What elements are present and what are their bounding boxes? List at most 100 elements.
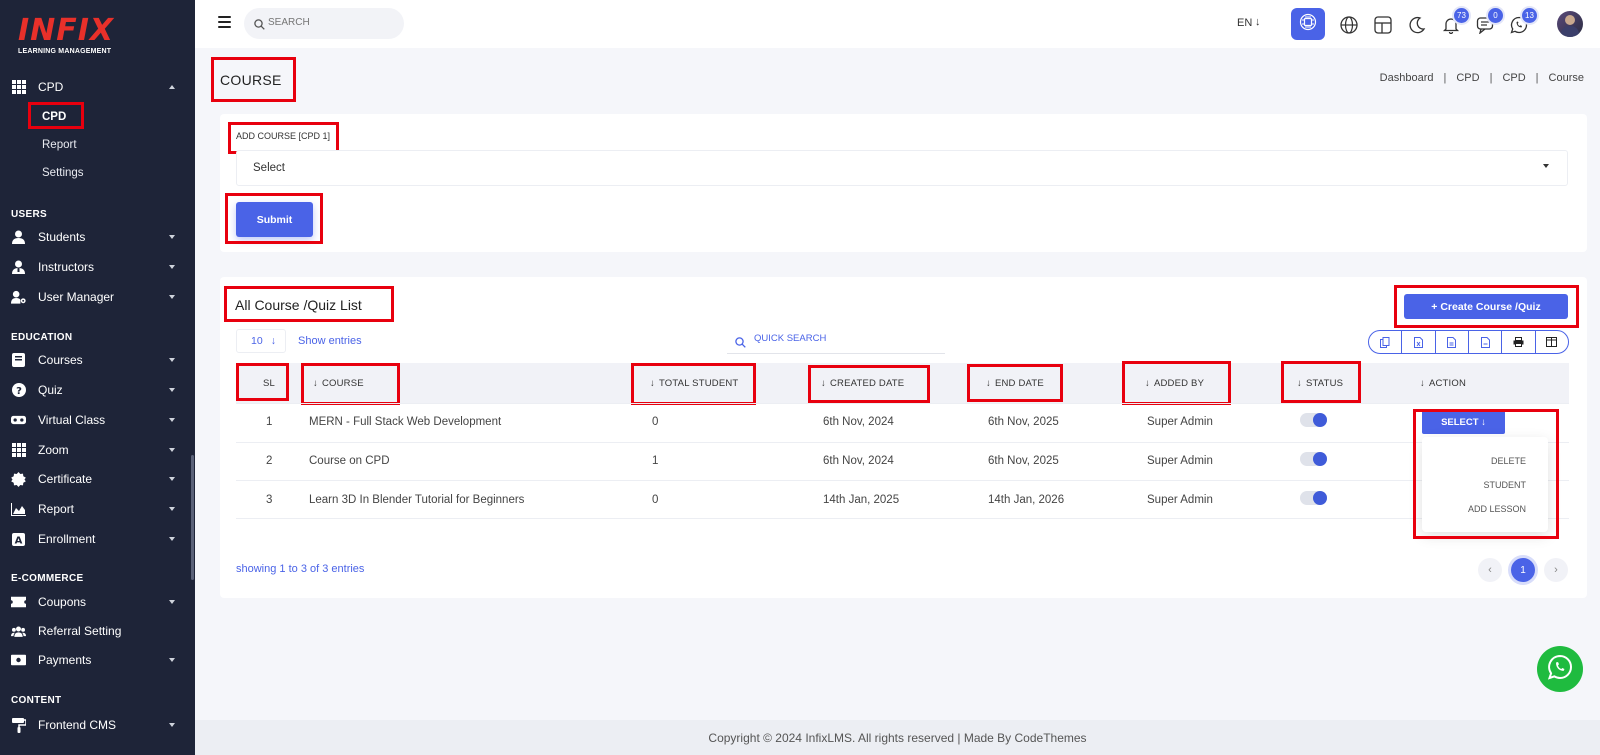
column-header-label: CREATED DATE bbox=[829, 378, 905, 389]
action-select-button[interactable]: SELECT ↓ bbox=[1422, 410, 1505, 434]
csv-icon[interactable] bbox=[1436, 331, 1469, 353]
sidebar-item-frontend-cms[interactable]: Frontend CMS bbox=[0, 710, 195, 740]
search-input[interactable] bbox=[268, 17, 388, 28]
column-header-status[interactable]: ↓ STATUS bbox=[1297, 378, 1343, 389]
sidebar-scrollbar[interactable] bbox=[191, 455, 194, 580]
cell-end-date: 14th Jan, 2026 bbox=[988, 494, 1065, 506]
user-gear-icon bbox=[11, 290, 26, 305]
sidebar-sub-settings[interactable]: Settings bbox=[42, 167, 84, 179]
ai-chip-button[interactable] bbox=[1291, 8, 1325, 40]
status-toggle[interactable] bbox=[1300, 452, 1327, 466]
whatsapp-chat-button[interactable] bbox=[1537, 646, 1583, 692]
status-toggle[interactable] bbox=[1300, 413, 1327, 427]
column-header-course[interactable]: ↓ COURSE bbox=[313, 378, 364, 389]
layout-icon[interactable] bbox=[1373, 15, 1393, 35]
add-course-label: ADD COURSE [CPD 1] bbox=[236, 131, 331, 141]
excel-icon[interactable] bbox=[1402, 331, 1436, 353]
sidebar-sub-report[interactable]: Report bbox=[42, 139, 77, 151]
row-divider bbox=[236, 442, 1569, 443]
column-header-end-date[interactable]: ↓ END DATE bbox=[986, 378, 1044, 389]
sidebar-item-payments[interactable]: Payments bbox=[0, 645, 195, 675]
instructor-icon bbox=[11, 260, 26, 275]
section-users: USERS bbox=[11, 209, 47, 220]
cell-added-by: Super Admin bbox=[1147, 494, 1213, 506]
chevron-down-icon bbox=[169, 658, 175, 662]
column-header-added-by[interactable]: ↓ ADDED BY bbox=[1145, 378, 1204, 389]
search-icon bbox=[735, 335, 746, 353]
create-course-button[interactable]: + Create Course /Quiz bbox=[1404, 294, 1568, 319]
cell-created-date: 6th Nov, 2024 bbox=[823, 416, 894, 428]
breadcrumb-separator: | bbox=[1535, 72, 1539, 84]
breadcrumb-item[interactable]: Dashboard bbox=[1380, 72, 1434, 84]
sidebar-item-cpd[interactable]: CPD bbox=[0, 72, 195, 102]
sidebar-item-courses[interactable]: Courses bbox=[0, 345, 195, 375]
column-header-action[interactable]: ↓ ACTION bbox=[1420, 378, 1466, 389]
column-header-label: STATUS bbox=[1305, 378, 1344, 389]
menu-item-student[interactable]: STUDENT bbox=[1484, 480, 1527, 490]
sidebar-item-enrollment[interactable]: A Enrollment bbox=[0, 524, 195, 554]
page-button-current[interactable]: 1 bbox=[1511, 558, 1535, 582]
export-buttons bbox=[1368, 330, 1569, 354]
entries-select[interactable]: 10 ↓ bbox=[236, 329, 286, 353]
sidebar-item-label: Quiz bbox=[38, 383, 63, 397]
cell-course[interactable]: MERN - Full Stack Web Development bbox=[309, 416, 501, 428]
action-select-label: SELECT bbox=[1441, 416, 1479, 428]
footer: Copyright © 2024 InfixLMS. All rights re… bbox=[195, 720, 1600, 755]
action-dropdown-menu: DELETE STUDENT ADD LESSON bbox=[1422, 437, 1548, 532]
sidebar-item-label: CPD bbox=[38, 80, 64, 94]
cell-end-date: 6th Nov, 2025 bbox=[988, 416, 1059, 428]
submit-button[interactable]: Submit bbox=[236, 202, 313, 237]
chevron-right-icon[interactable]: › bbox=[1544, 558, 1568, 582]
sidebar-sub-cpd[interactable]: CPD bbox=[42, 111, 66, 123]
sidebar-item-coupons[interactable]: Coupons bbox=[0, 587, 195, 617]
cell-course[interactable]: Course on CPD bbox=[309, 455, 390, 467]
arrow-down-icon: ↓ bbox=[821, 378, 826, 389]
chevron-down-icon bbox=[169, 295, 175, 299]
arrow-down-icon: ↓ bbox=[986, 378, 991, 389]
badge-icon bbox=[11, 471, 26, 487]
print-icon[interactable] bbox=[1502, 331, 1536, 353]
status-toggle[interactable] bbox=[1300, 491, 1327, 505]
column-header-sl[interactable]: SL bbox=[263, 378, 275, 389]
pdf-icon[interactable] bbox=[1469, 331, 1503, 353]
cell-sl: 2 bbox=[266, 455, 273, 467]
sidebar-item-user-manager[interactable]: User Manager bbox=[0, 282, 195, 312]
sidebar-item-label: Coupons bbox=[38, 595, 87, 609]
copy-icon[interactable] bbox=[1369, 331, 1403, 353]
course-select[interactable]: Select bbox=[236, 150, 1568, 186]
menu-item-delete[interactable]: DELETE bbox=[1491, 456, 1526, 466]
sidebar-item-label: Payments bbox=[38, 653, 92, 667]
sidebar-item-instructors[interactable]: Instructors bbox=[0, 252, 195, 282]
sidebar-item-label: Frontend CMS bbox=[38, 718, 117, 732]
sidebar-item-students[interactable]: Students bbox=[0, 222, 195, 252]
chevron-down-icon bbox=[169, 235, 175, 239]
quick-search-input[interactable] bbox=[754, 333, 934, 344]
sidebar-item-report[interactable]: Report bbox=[0, 494, 195, 524]
menu-item-add-lesson[interactable]: ADD LESSON bbox=[1468, 504, 1526, 514]
sidebar-item-referral-setting[interactable]: Referral Setting bbox=[0, 616, 195, 646]
cell-course[interactable]: Learn 3D In Blender Tutorial for Beginne… bbox=[309, 494, 524, 506]
avatar[interactable] bbox=[1557, 11, 1583, 37]
chevron-down-icon bbox=[169, 507, 175, 511]
language-selector[interactable]: EN bbox=[1237, 17, 1252, 29]
quick-search[interactable] bbox=[727, 326, 945, 354]
column-header-total-student[interactable]: ↓ TOTAL STUDENT bbox=[650, 378, 738, 389]
row-divider bbox=[236, 480, 1569, 481]
globe-icon[interactable] bbox=[1339, 15, 1359, 35]
copyright-text: Copyright © 2024 InfixLMS. All rights re… bbox=[708, 730, 1087, 745]
column-header-created-date[interactable]: ↓ CREATED DATE bbox=[821, 378, 904, 389]
sidebar-item-quiz[interactable]: ? Quiz bbox=[0, 375, 195, 405]
sidebar-item-label: Referral Setting bbox=[38, 624, 122, 638]
breadcrumb-item[interactable]: CPD bbox=[1456, 72, 1479, 84]
sidebar-item-certificate[interactable]: Certificate bbox=[0, 464, 195, 494]
logo[interactable]: INFIX LEARNING MANAGEMENT bbox=[18, 16, 118, 58]
sidebar-item-zoom[interactable]: Zoom bbox=[0, 435, 195, 465]
arrow-down-icon[interactable]: ↓ bbox=[1255, 16, 1261, 28]
breadcrumb-item[interactable]: CPD bbox=[1502, 72, 1525, 84]
menu-icon[interactable] bbox=[218, 16, 231, 28]
search-bar[interactable] bbox=[244, 8, 404, 39]
columns-icon[interactable] bbox=[1536, 331, 1568, 353]
moon-icon[interactable] bbox=[1407, 15, 1427, 35]
chevron-left-icon[interactable]: ‹ bbox=[1478, 558, 1502, 582]
sidebar-item-virtual-class[interactable]: Virtual Class bbox=[0, 405, 195, 435]
